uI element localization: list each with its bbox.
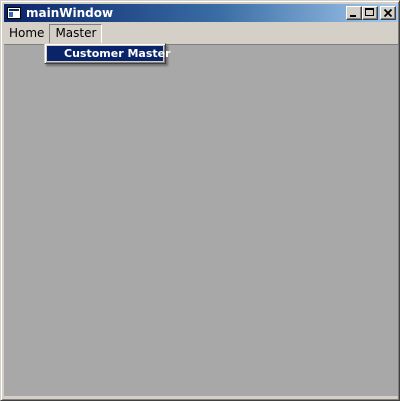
- menu-master[interactable]: Master: [49, 24, 103, 44]
- window-title: mainWindow: [26, 6, 114, 20]
- caption-buttons: [346, 6, 396, 20]
- minimize-button[interactable]: [346, 6, 362, 20]
- main-window: mainWindow Home Master Customer Master: [0, 0, 400, 401]
- app-window-icon[interactable]: [7, 7, 21, 19]
- menu-home[interactable]: Home: [4, 24, 49, 44]
- close-icon: [383, 8, 393, 18]
- menu-bar: Home Master: [4, 24, 398, 44]
- menu-item-customer-master[interactable]: Customer Master: [47, 46, 171, 61]
- master-dropdown-menu: Customer Master: [44, 43, 171, 64]
- maximize-button[interactable]: [362, 6, 378, 20]
- minimize-icon: [350, 15, 356, 17]
- client-area: [4, 44, 398, 396]
- maximize-icon: [365, 8, 374, 16]
- title-bar[interactable]: mainWindow: [4, 4, 398, 22]
- close-button[interactable]: [380, 6, 396, 20]
